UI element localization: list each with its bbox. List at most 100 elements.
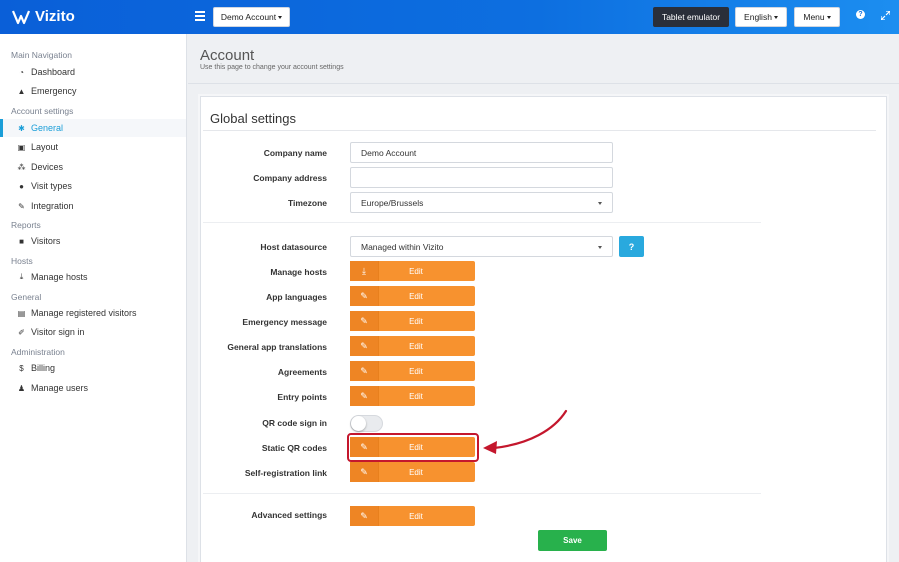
sidebar-item-manage-users[interactable]: ♟ Manage users	[0, 379, 186, 397]
sidebar-item-label: Layout	[31, 142, 59, 152]
dashboard-icon: ◔	[19, 67, 24, 77]
edit-row-label: General app translations	[227, 342, 327, 352]
caret-down-icon	[598, 202, 602, 205]
section-divider	[203, 493, 761, 494]
edit-row-label: Entry points	[277, 392, 327, 402]
vizito-logo-icon	[12, 10, 30, 24]
book-icon: ■	[19, 236, 24, 246]
sidebar-item-integration[interactable]: ✎ Integration	[0, 197, 186, 215]
general-app-translations-edit-button[interactable]: ✎ Edit	[350, 336, 475, 356]
tablet-emulator-button[interactable]: Tablet emulator	[653, 7, 729, 27]
download-icon: ⤓	[350, 261, 379, 281]
sidebar-item-devices[interactable]: ⁂ Devices	[0, 158, 186, 176]
language-selector-button[interactable]: English	[735, 7, 787, 27]
edit-button-label: Edit	[409, 391, 423, 401]
account-selector-button[interactable]: Demo Account	[213, 7, 290, 27]
help-icon[interactable]: ?	[856, 10, 865, 19]
sidebar: Main Navigation ◔ Dashboard ▲ Emergency Ac…	[0, 34, 187, 562]
host-datasource-select[interactable]: Managed within Vizito	[350, 236, 613, 257]
sidebar-item-label: Visitors	[31, 236, 61, 246]
sidebar-item-billing[interactable]: $ Billing	[0, 359, 186, 377]
edit-button-label: Edit	[409, 366, 423, 376]
edit-row-label: Static QR codes	[261, 443, 327, 453]
caret-down-icon	[278, 15, 283, 19]
pencil-icon: ✐	[18, 327, 25, 337]
static-qr-codes-highlight-box	[347, 433, 479, 462]
toggle-knob	[351, 416, 366, 431]
sidebar-item-label: Manage hosts	[31, 272, 88, 282]
top-bar: Vizito Demo Account Tablet emulator Engl…	[0, 0, 899, 34]
sidebar-item-label: Manage users	[31, 383, 89, 393]
caret-down-icon	[598, 246, 602, 249]
company-address-label: Company address	[253, 173, 327, 183]
host-datasource-help-button[interactable]: ?	[619, 236, 644, 257]
edit-icon: ✎	[350, 286, 379, 306]
sidebar-item-dashboard[interactable]: ◔ Dashboard	[0, 63, 186, 81]
self-registration-link-edit-button[interactable]: ✎ Edit	[350, 462, 475, 482]
edit-icon: ✎	[350, 361, 379, 381]
entry-points-edit-button[interactable]: ✎ Edit	[350, 386, 475, 406]
sidebar-section-title: Main Navigation	[11, 50, 72, 60]
caret-down-icon	[773, 15, 778, 19]
sidebar-item-label: Dashboard	[31, 67, 76, 77]
emergency-message-edit-button[interactable]: ✎ Edit	[350, 311, 475, 331]
brand-name: Vizito	[35, 8, 75, 25]
card-title: Global settings	[210, 111, 296, 126]
sidebar-item-general[interactable]: ✱ General	[0, 119, 186, 137]
sidebar-section-title: Administration	[11, 347, 65, 357]
sidebar-item-label: Emergency	[31, 86, 77, 96]
gear-icon: ✱	[18, 123, 25, 133]
image-icon: ▣	[17, 142, 26, 152]
sidebar-item-manage-hosts[interactable]: ⤓ Manage hosts	[0, 268, 186, 286]
page-subtitle: Use this page to change your account set…	[200, 64, 344, 71]
sidebar-item-manage-registered-visitors[interactable]: ▤ Manage registered visitors	[0, 304, 186, 322]
page-title: Account	[200, 47, 255, 64]
host-datasource-label: Host datasource	[260, 242, 327, 252]
app-languages-edit-button[interactable]: ✎ Edit	[350, 286, 475, 306]
vizito-logo[interactable]: Vizito	[12, 8, 75, 25]
annotation-arrow-icon	[483, 409, 568, 454]
edit-row-label: App languages	[266, 292, 327, 302]
page-header: Account Use this page to change your acc…	[188, 34, 899, 84]
users-icon: ●	[19, 181, 24, 191]
timezone-select[interactable]: Europe/Brussels	[350, 192, 613, 213]
caret-down-icon	[826, 15, 831, 19]
sidebar-item-label: Visit types	[31, 181, 72, 191]
section-divider	[203, 222, 761, 223]
advanced-settings-label: Advanced settings	[251, 510, 327, 520]
manage-hosts-edit-button[interactable]: ⤓ Edit	[350, 261, 475, 281]
sidebar-item-layout[interactable]: ▣ Layout	[0, 138, 186, 156]
edit-button-label: Edit	[409, 266, 423, 276]
save-button[interactable]: Save	[538, 530, 607, 551]
edit-icon: ✎	[350, 462, 379, 482]
edit-icon: ✎	[350, 506, 379, 526]
language-label: English	[744, 12, 772, 22]
dollar-icon: $	[19, 363, 24, 373]
agreements-edit-button[interactable]: ✎ Edit	[350, 361, 475, 381]
edit-row-label: Emergency message	[242, 317, 327, 327]
sidebar-item-visitors[interactable]: ■ Visitors	[0, 232, 186, 250]
warning-icon: ▲	[17, 86, 26, 96]
sidebar-item-visit-types[interactable]: ● Visit types	[0, 177, 186, 195]
sidebar-item-label: Visitor sign in	[31, 327, 85, 337]
menu-button[interactable]: Menu	[794, 7, 840, 27]
sidebar-item-emergency[interactable]: ▲ Emergency	[0, 82, 186, 100]
sidebar-section-title: Reports	[11, 220, 41, 230]
save-button-label: Save	[563, 536, 582, 545]
tablet-emulator-label: Tablet emulator	[661, 12, 721, 22]
company-address-input[interactable]	[350, 167, 613, 188]
timezone-label: Timezone	[287, 198, 327, 208]
plug-icon: ✎	[18, 201, 25, 211]
expand-icon[interactable]	[880, 10, 891, 23]
qr-code-sign-in-toggle[interactable]	[350, 415, 383, 432]
user-plus-icon: ♟	[17, 383, 26, 393]
sidebar-section-title: Account settings	[11, 106, 74, 116]
advanced-settings-edit-button[interactable]: ✎ Edit	[350, 506, 475, 526]
hamburger-menu-icon[interactable]	[195, 11, 205, 21]
sidebar-item-visitor-sign-in[interactable]: ✐ Visitor sign in	[0, 323, 186, 341]
sidebar-item-label: Integration	[31, 201, 74, 211]
company-name-input[interactable]: Demo Account	[350, 142, 613, 163]
edit-button-label: Edit	[409, 316, 423, 326]
edit-button-label: Edit	[409, 511, 423, 521]
account-selector-label: Demo Account	[220, 12, 277, 22]
